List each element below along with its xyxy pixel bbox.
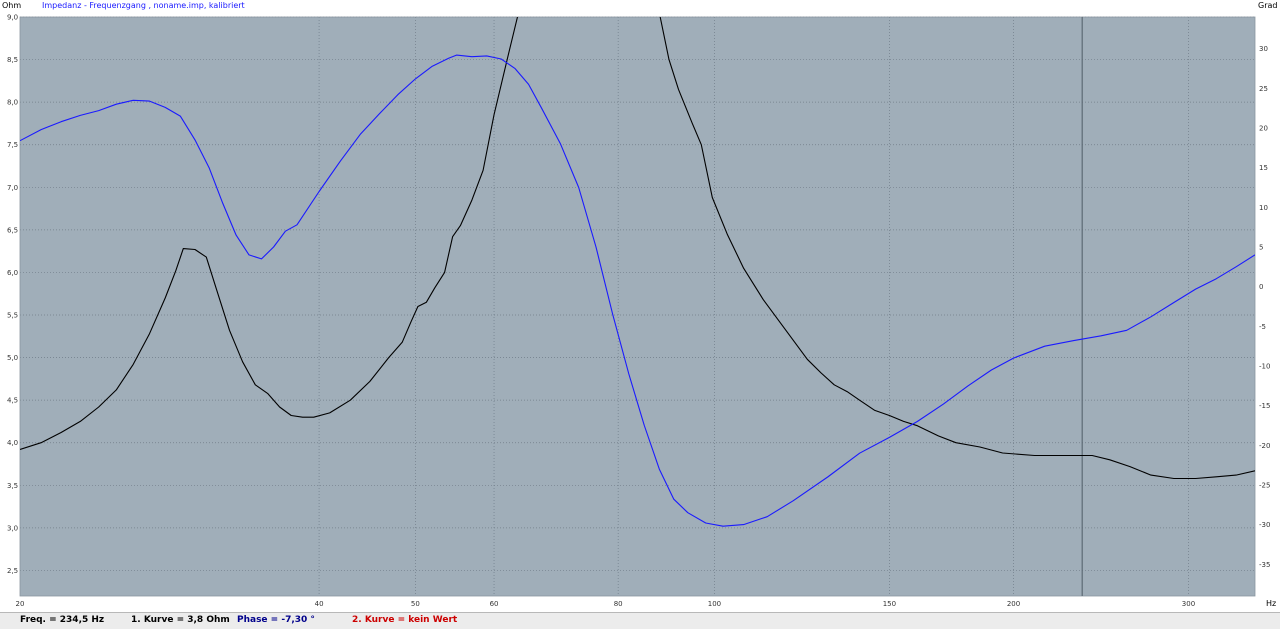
- x-tick-label: 200: [1007, 600, 1020, 608]
- y-right-tick-label: -35: [1259, 561, 1270, 569]
- y-right-tick-label: 5: [1259, 244, 1263, 252]
- y-left-tick-label: 6,5: [7, 226, 18, 234]
- y-right-unit: Grad: [1258, 1, 1277, 10]
- x-tick-label: 40: [315, 600, 324, 608]
- y-left-tick-label: 8,0: [7, 99, 18, 107]
- y-left-tick-label: 3,0: [7, 524, 18, 532]
- y-right-tick-label: -10: [1259, 362, 1270, 370]
- chart-title: Impedanz - Frequenzgang , noname.imp, ka…: [42, 1, 245, 10]
- x-tick-label: 50: [411, 600, 420, 608]
- y-left-unit: Ohm: [2, 1, 21, 10]
- x-tick-label: 300: [1182, 600, 1195, 608]
- y-right-tick-label: -20: [1259, 442, 1270, 450]
- curve2-readout: 2. Kurve = kein Wert: [352, 615, 458, 625]
- y-left-tick-label: 5,0: [7, 354, 18, 362]
- x-tick-label: 150: [883, 600, 896, 608]
- y-left-tick-label: 3,5: [7, 482, 18, 490]
- y-right-tick-label: 10: [1259, 204, 1268, 212]
- x-tick-label: 100: [708, 600, 721, 608]
- status-bar: Freq. = 234,5 Hz 1. Kurve = 3,8 Ohm Phas…: [0, 612, 1280, 629]
- y-right-tick-label: 30: [1259, 45, 1268, 53]
- y-right-tick-label: 0: [1259, 283, 1263, 291]
- y-right-tick-label: 15: [1259, 164, 1268, 172]
- y-right-tick-label: -5: [1259, 323, 1266, 331]
- y-right-tick-label: -30: [1259, 521, 1270, 529]
- y-right-tick-label: -15: [1259, 402, 1270, 410]
- phase-readout: Phase = -7,30 °: [237, 615, 315, 625]
- y-left-tick-label: 8,5: [7, 56, 18, 64]
- y-left-tick-label: 9,0: [7, 14, 18, 22]
- curve1-readout: 1. Kurve = 3,8 Ohm: [131, 615, 230, 625]
- y-left-tick-label: 5,5: [7, 312, 18, 320]
- y-right-tick-label: 25: [1259, 85, 1268, 93]
- x-tick-label: 20: [16, 600, 25, 608]
- x-unit: Hz: [1266, 599, 1276, 608]
- y-left-tick-label: 7,5: [7, 141, 18, 149]
- frequency-readout: Freq. = 234,5 Hz: [20, 615, 105, 625]
- y-left-tick-label: 4,5: [7, 397, 18, 405]
- plot-background: [20, 17, 1255, 596]
- y-left-tick-label: 4,0: [7, 439, 18, 447]
- y-right-tick-label: -25: [1259, 481, 1270, 489]
- x-tick-label: 60: [490, 600, 499, 608]
- chart-area: 9,0 8,5 8,0 7,5 7,0 6,5 6,0 5,5 5,0 4,5 4,0 3,5 3,0 2…: [0, 0, 1280, 612]
- impedance-chart[interactable]: 9,0 8,5 8,0 7,5 7,0 6,5 6,0 5,5 5,0 4,5 4,0 3,5 3,0 2…: [0, 0, 1280, 612]
- y-left-tick-label: 7,0: [7, 184, 18, 192]
- y-left-tick-label: 6,0: [7, 269, 18, 277]
- x-tick-label: 80: [614, 600, 623, 608]
- y-right-tick-label: 20: [1259, 125, 1268, 133]
- y-left-tick-label: 2,5: [7, 567, 18, 575]
